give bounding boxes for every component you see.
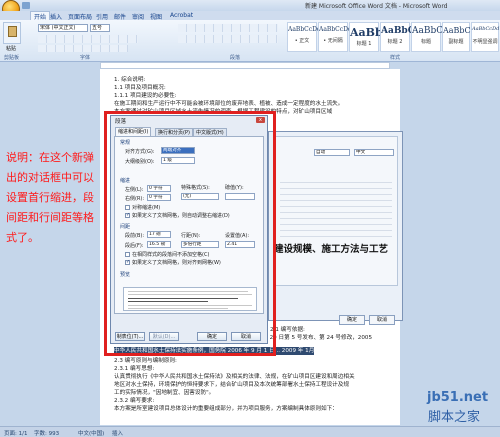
doc-line: 1.1.1 项目建设的必要性: bbox=[114, 93, 177, 99]
style-preview: AaBbC bbox=[443, 26, 471, 35]
clipboard-group-label: 剪贴板 bbox=[4, 55, 20, 61]
style-preview: AaBbC bbox=[412, 26, 444, 36]
quick-access-save-icon[interactable] bbox=[22, 2, 30, 9]
style-name: 标题 2 bbox=[387, 39, 403, 45]
bg-font-select[interactable]: 中文 bbox=[354, 149, 394, 156]
bg-preview-heading: 建设规模、施工方法与工艺 bbox=[274, 244, 389, 255]
ribbon-tabs: 开始 插入 页面布局 引用 邮件 审阅 视图 Acrobat bbox=[0, 11, 500, 21]
style-name: • 无间隔 bbox=[323, 38, 343, 44]
status-words[interactable]: 字数: 993 bbox=[34, 429, 59, 437]
doc-line: 认真贯彻执行《中华人民共和国水土保持法》及相关的法律、法规，在矿山项目区建设和周… bbox=[114, 374, 355, 380]
style-preview: AaBbCcDd bbox=[319, 26, 352, 33]
style-name: • 正文 bbox=[294, 38, 310, 44]
style-subtitle[interactable]: AaBbC 副标题 bbox=[442, 22, 471, 52]
style-normal[interactable]: AaBbCcDd • 正文 bbox=[287, 22, 321, 52]
style-preview: AaBb bbox=[350, 26, 383, 39]
bg-ok-button[interactable]: 确定 bbox=[339, 315, 365, 325]
highlight-frame bbox=[104, 111, 276, 356]
font-name-select[interactable]: 宋体 (中文正文) bbox=[38, 24, 88, 32]
ribbon: 粘贴 剪贴板 宋体 (中文正文) 五号 字体 段落 AaBbCcDd • 正文 … bbox=[0, 20, 500, 62]
paragraph-group-label: 段落 bbox=[230, 55, 241, 61]
doc-line: 2.3.1 编写思想: bbox=[114, 366, 155, 372]
window-title: 新建 Microsoft Office Word 文档 - Microsoft … bbox=[305, 3, 448, 10]
doc-line: 地区对水土保持，环境保护的恒持要求下，结合矿山项目及本次统筹部署水土保持工程设计… bbox=[114, 382, 349, 388]
paste-button[interactable] bbox=[3, 22, 21, 44]
watermark-name: 脚本之家 bbox=[428, 410, 481, 425]
doc-line: 1.1 项目及项目概况: bbox=[114, 85, 166, 91]
title-bar: 新建 Microsoft Office Word 文档 - Microsoft … bbox=[0, 0, 500, 11]
doc-line: 本方案是所室建设项目总体设计的重要组成部分，并为项目服务，方案编制具体原则如下： bbox=[114, 406, 338, 412]
clipboard-icon bbox=[8, 26, 17, 37]
style-heading-2[interactable]: AaBbC 标题 2 bbox=[380, 22, 415, 52]
status-bar: 页面: 1/1 字数: 993 中文(中国) 插入 bbox=[0, 426, 500, 437]
doc-line: 2.1 编写依据: bbox=[270, 327, 305, 333]
style-preview: AaBbCcDd bbox=[288, 26, 321, 33]
status-insert-mode[interactable]: 插入 bbox=[112, 429, 123, 437]
doc-line: 工的实际情况，"因地制宜、因害设防"。 bbox=[114, 390, 215, 396]
status-language[interactable]: 中文(中国) bbox=[78, 429, 104, 437]
horizontal-ruler[interactable] bbox=[100, 62, 390, 69]
tab-acrobat[interactable]: Acrobat bbox=[170, 12, 193, 19]
background-dialog: 中文 自动 建设规模、施工方法与工艺 确定 取消 bbox=[268, 131, 403, 325]
background-dialog-panel: 中文 自动 bbox=[273, 136, 398, 286]
align-buttons[interactable] bbox=[178, 35, 278, 43]
bg-auto-select[interactable]: 自动 bbox=[314, 149, 350, 156]
doc-line: 2.3 编写原则与编制原则: bbox=[114, 358, 177, 364]
style-preview: AaBbCcDd bbox=[472, 26, 500, 32]
doc-line: 1. 综合说明: bbox=[114, 77, 146, 83]
style-name: 副标题 bbox=[448, 39, 464, 45]
doc-line: 2.3.2 编写要求: bbox=[114, 398, 155, 404]
style-no-spacing[interactable]: AaBbCcDd • 无间隔 bbox=[318, 22, 352, 52]
styles-group-label: 样式 bbox=[390, 55, 401, 61]
style-name: 标题 bbox=[420, 39, 431, 45]
style-title[interactable]: AaBbC 标题 bbox=[411, 22, 444, 52]
font-format-buttons[interactable] bbox=[38, 35, 138, 43]
bg-preview-lines bbox=[280, 177, 392, 237]
watermark-domain: jb51.net bbox=[427, 390, 489, 405]
doc-line: 在施工期间和生产运行中不可能会被环境部位的废弃地表、植被、造成一定程度的水土流失… bbox=[114, 101, 344, 107]
list-buttons[interactable] bbox=[178, 24, 278, 32]
style-name: 标题 1 bbox=[356, 41, 372, 47]
annotation-text: 说明：在这个新弹出的对话框中可以设置首行缩进，段间距和行间距等格式了。 bbox=[6, 151, 94, 244]
font-size-select[interactable]: 五号 bbox=[90, 24, 110, 32]
style-preview: AaBbC bbox=[381, 26, 415, 36]
paste-label: 粘贴 bbox=[6, 46, 17, 52]
style-subtle-emphasis[interactable]: AaBbCcDd 不明显强调 bbox=[471, 22, 499, 52]
tab-home[interactable]: 开始 bbox=[30, 11, 51, 21]
style-name: 不明显强调 bbox=[472, 39, 498, 45]
status-page[interactable]: 页面: 1/1 bbox=[4, 429, 27, 437]
font-group-label: 字体 bbox=[80, 55, 91, 61]
bg-cancel-button[interactable]: 取消 bbox=[369, 315, 395, 325]
font-effects-buttons[interactable] bbox=[38, 45, 128, 52]
style-heading-1[interactable]: AaBb 标题 1 bbox=[349, 22, 383, 52]
